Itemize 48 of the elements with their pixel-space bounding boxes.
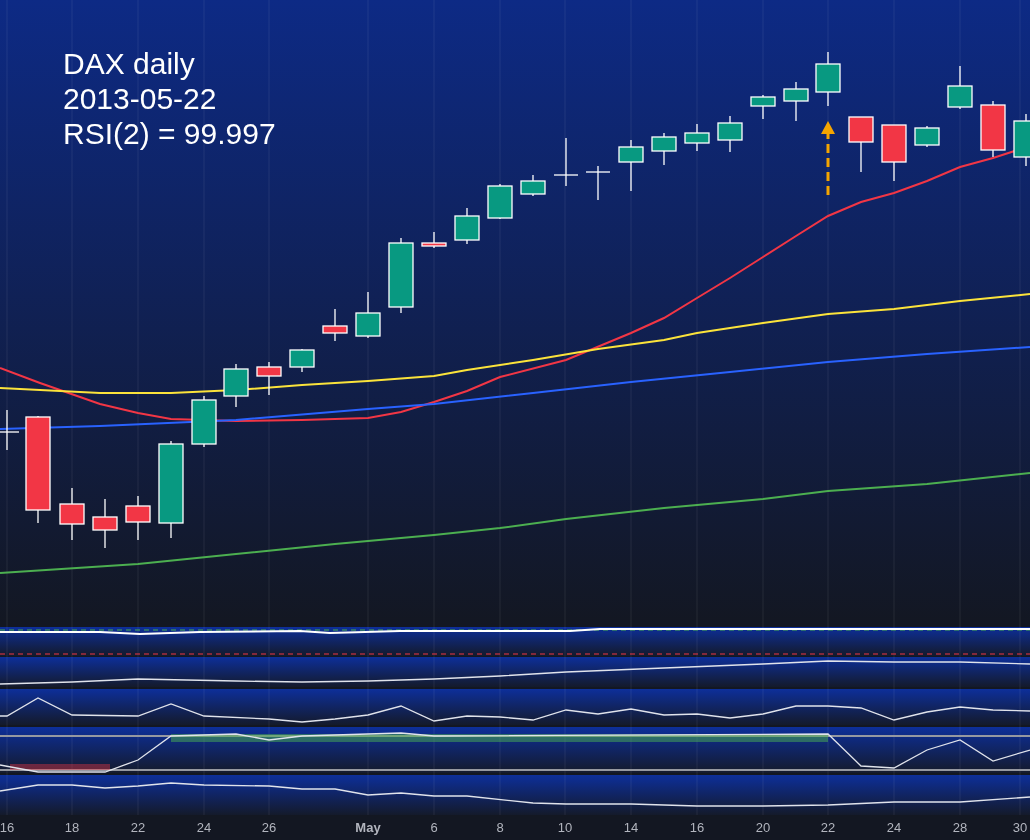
candlestick <box>717 115 743 153</box>
candlestick <box>92 498 118 549</box>
doji-candle <box>585 165 611 201</box>
candlestick <box>289 348 315 373</box>
chart-title: DAX daily <box>63 46 196 81</box>
candlestick <box>947 65 973 110</box>
axis-label: 6 <box>430 820 438 835</box>
chart-title: 2013-05-22 <box>63 81 218 116</box>
axis-label: 10 <box>557 820 573 835</box>
axis-label: May <box>355 820 381 835</box>
candlestick <box>125 495 151 541</box>
doji-candle <box>553 137 579 187</box>
axis-label: 24 <box>196 820 212 835</box>
candlestick <box>1013 113 1030 167</box>
candlestick <box>651 132 677 166</box>
chart-title: RSI(2) = 99.997 <box>63 116 276 151</box>
candlestick <box>750 94 776 120</box>
axis-label: 16 <box>0 820 15 835</box>
axis-label: 22 <box>130 820 146 835</box>
axis-label: 30 <box>1012 820 1028 835</box>
candlestick <box>59 487 85 541</box>
candlestick <box>322 308 348 342</box>
candlestick <box>815 51 841 107</box>
candlestick <box>914 125 940 148</box>
candlestick <box>980 100 1006 158</box>
candlestick <box>421 231 447 249</box>
axis-label: 8 <box>496 820 504 835</box>
candlestick <box>783 81 809 122</box>
axis-label: 24 <box>886 820 902 835</box>
candlestick <box>618 139 644 192</box>
candlestick <box>520 174 546 197</box>
doji-candle <box>0 409 20 451</box>
axis-label: 14 <box>623 820 639 835</box>
axis-label: 20 <box>755 820 771 835</box>
candlestick <box>848 116 874 173</box>
axis-label: 26 <box>261 820 277 835</box>
candlestick <box>191 395 217 448</box>
candlestick <box>256 361 282 396</box>
candlestick <box>487 183 513 220</box>
candlestick <box>355 291 381 339</box>
axis-label: 22 <box>820 820 836 835</box>
candlestick <box>223 363 249 408</box>
candlestick <box>881 124 907 182</box>
candlestick <box>454 207 480 245</box>
axis-label: 28 <box>952 820 968 835</box>
candlestick <box>684 123 710 152</box>
axis-label: 16 <box>689 820 705 835</box>
axis-label: 18 <box>64 820 80 835</box>
